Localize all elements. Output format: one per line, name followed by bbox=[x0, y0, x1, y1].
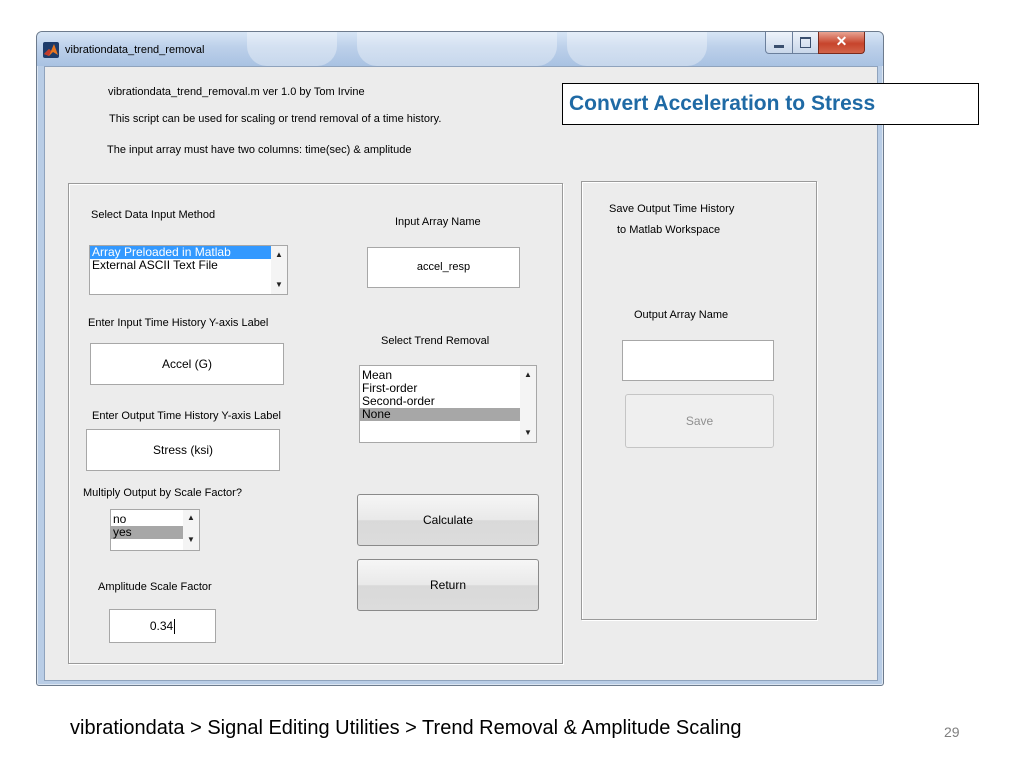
callout-box: Convert Acceleration to Stress bbox=[562, 83, 979, 125]
array-name-input[interactable]: accel_resp bbox=[367, 247, 520, 288]
scale-factor-listbox[interactable]: no yes ▲ ▼ bbox=[110, 509, 200, 551]
header-description-text: This script can be used for scaling or t… bbox=[109, 113, 442, 125]
minimize-button[interactable] bbox=[765, 32, 793, 54]
maximize-icon bbox=[800, 37, 811, 48]
title-bar[interactable]: vibrationdata_trend_removal ✕ bbox=[37, 32, 883, 66]
minimize-icon bbox=[774, 45, 784, 48]
save-title-line1: Save Output Time History bbox=[609, 203, 735, 215]
window-title: vibrationdata_trend_removal bbox=[65, 44, 205, 56]
output-y-label-input[interactable]: Stress (ksi) bbox=[86, 429, 280, 471]
breadcrumb: vibrationdata > Signal Editing Utilities… bbox=[70, 717, 742, 739]
amplitude-scale-input[interactable]: 0.34 bbox=[109, 609, 216, 643]
titlebar-decoration bbox=[567, 32, 707, 66]
close-icon: ✕ bbox=[835, 33, 848, 49]
scale-factor-question: Multiply Output by Scale Factor? bbox=[83, 487, 242, 499]
text-cursor bbox=[174, 619, 176, 635]
array-name-label: Input Array Name bbox=[395, 216, 481, 228]
scroll-up-arrow-icon[interactable]: ▲ bbox=[271, 250, 287, 259]
scroll-down-arrow-icon[interactable]: ▼ bbox=[520, 428, 536, 437]
titlebar-decoration bbox=[247, 32, 337, 66]
scroll-up-arrow-icon[interactable]: ▲ bbox=[520, 370, 536, 379]
close-button[interactable]: ✕ bbox=[818, 32, 865, 54]
page-number: 29 bbox=[944, 724, 960, 740]
scale-factor-scrollbar[interactable]: ▲ ▼ bbox=[183, 510, 199, 550]
input-y-label-input[interactable]: Accel (G) bbox=[90, 343, 284, 385]
output-array-name-input[interactable] bbox=[622, 340, 774, 381]
maximize-button[interactable] bbox=[792, 32, 819, 54]
input-method-scrollbar[interactable]: ▲ ▼ bbox=[271, 246, 287, 294]
scroll-down-arrow-icon[interactable]: ▼ bbox=[183, 535, 199, 544]
amplitude-scale-label: Amplitude Scale Factor bbox=[98, 581, 212, 593]
scroll-down-arrow-icon[interactable]: ▼ bbox=[271, 280, 287, 289]
trend-removal-label: Select Trend Removal bbox=[381, 335, 490, 347]
amplitude-scale-value: 0.34 bbox=[149, 619, 174, 633]
trend-removal-scrollbar[interactable]: ▲ ▼ bbox=[520, 366, 536, 442]
calculate-button[interactable]: Calculate bbox=[357, 494, 539, 546]
output-y-label-label: Enter Output Time History Y-axis Label bbox=[92, 410, 281, 422]
header-format-text: The input array must have two columns: t… bbox=[107, 144, 412, 156]
figure-client-area: vibrationdata_trend_removal.m ver 1.0 by… bbox=[44, 66, 878, 681]
save-title-line2: to Matlab Workspace bbox=[617, 224, 721, 236]
output-array-name-label: Output Array Name bbox=[634, 309, 729, 321]
matlab-icon bbox=[43, 42, 59, 58]
scroll-up-arrow-icon[interactable]: ▲ bbox=[183, 513, 199, 522]
app-window: vibrationdata_trend_removal ✕ vibrationd… bbox=[36, 31, 884, 686]
titlebar-decoration bbox=[357, 32, 557, 66]
save-button[interactable]: Save bbox=[625, 394, 774, 448]
trend-removal-listbox[interactable]: Mean First-order Second-order None ▲ ▼ bbox=[359, 365, 537, 443]
header-version-text: vibrationdata_trend_removal.m ver 1.0 by… bbox=[108, 86, 365, 98]
return-button[interactable]: Return bbox=[357, 559, 539, 611]
input-method-label: Select Data Input Method bbox=[91, 209, 216, 221]
input-method-option-ascii[interactable]: External ASCII Text File bbox=[90, 259, 287, 272]
input-y-label-label: Enter Input Time History Y-axis Label bbox=[88, 317, 269, 329]
trend-option-none[interactable]: None bbox=[360, 408, 536, 421]
input-method-listbox[interactable]: Array Preloaded in Matlab External ASCII… bbox=[89, 245, 288, 295]
